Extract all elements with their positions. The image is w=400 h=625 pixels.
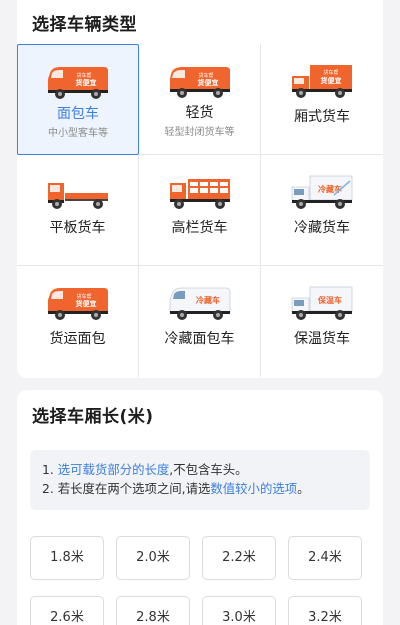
notice-line-1: 1. 选可载货部分的长度,不包含车头。 bbox=[42, 460, 358, 479]
vehicle-option-cargo-van[interactable]: 货车帮 货便宜 货运面包 bbox=[17, 266, 139, 377]
van-orange-icon: 货车帮 货便宜 bbox=[48, 67, 108, 99]
vehicle-option-label: 高栏货车 bbox=[171, 220, 228, 236]
vehicle-option-label: 冷藏面包车 bbox=[164, 331, 235, 347]
length-option-3-0[interactable]: 3.0米 bbox=[202, 596, 276, 625]
vehicle-option-label: 货运面包 bbox=[49, 331, 106, 347]
svg-text:货车帮: 货车帮 bbox=[323, 69, 338, 76]
cargo-length-title: 选择车厢长(米) bbox=[32, 407, 154, 427]
notice-text: ,不包含车头。 bbox=[169, 462, 248, 477]
vehicle-option-box-truck[interactable]: 货车帮 货便宜 厢式货车 bbox=[261, 44, 383, 155]
light-van-orange-icon: 货车帮 货便宜 bbox=[169, 67, 230, 98]
vehicle-option-light-van[interactable]: 货车帮 货便宜 轻货 轻型封闭货车等 bbox=[139, 44, 261, 155]
high-rail-truck-icon bbox=[169, 179, 230, 209]
vehicle-option-sublabel: 轻型封闭货车等 bbox=[164, 127, 235, 138]
length-notice: 1. 选可载货部分的长度,不包含车头。 2. 若长度在两个选项之间,请选数值较小… bbox=[30, 450, 370, 510]
vehicle-option-label: 保温货车 bbox=[294, 331, 350, 347]
cargo-length-card: 选择车厢长(米) 1. 选可载货部分的长度,不包含车头。 2. 若长度在两个选项… bbox=[17, 390, 383, 625]
notice-highlight: 数值较小的选项 bbox=[210, 481, 298, 496]
flatbed-truck-icon bbox=[47, 183, 108, 209]
vehicle-option-refrigerated-truck[interactable]: 冷藏车 冷藏货车 bbox=[261, 155, 383, 266]
length-option-2-2[interactable]: 2.2米 bbox=[202, 536, 276, 580]
vehicle-option-high-rail[interactable]: 高栏货车 bbox=[139, 155, 261, 266]
length-option-2-6[interactable]: 2.6米 bbox=[30, 596, 104, 625]
vehicle-option-label: 平板货车 bbox=[49, 220, 106, 236]
vehicle-option-label: 厢式货车 bbox=[294, 109, 350, 125]
length-option-2-0[interactable]: 2.0米 bbox=[116, 536, 190, 580]
notice-highlight: 选可载货部分的长度 bbox=[57, 462, 170, 477]
svg-text:货便宜: 货便宜 bbox=[74, 299, 96, 308]
svg-text:冷藏车: 冷藏车 bbox=[196, 295, 220, 305]
cargo-van-icon: 货车帮 货便宜 bbox=[47, 288, 108, 320]
svg-text:货便宜: 货便宜 bbox=[196, 78, 218, 87]
vehicle-option-flatbed[interactable]: 平板货车 bbox=[17, 155, 139, 266]
svg-text:货便宜: 货便宜 bbox=[75, 78, 97, 87]
vehicle-option-label: 轻货 bbox=[185, 105, 214, 121]
vehicle-option-insulated-truck[interactable]: 保温车 保温货车 bbox=[261, 266, 383, 377]
insulated-truck-icon: 保温车 bbox=[291, 286, 353, 320]
notice-text: 1. bbox=[42, 462, 58, 477]
svg-text:保温车: 保温车 bbox=[317, 295, 342, 305]
length-option-2-4[interactable]: 2.4米 bbox=[288, 536, 362, 580]
notice-line-2: 2. 若长度在两个选项之间,请选数值较小的选项。 bbox=[42, 479, 358, 498]
vehicle-option-sublabel: 中小型客车等 bbox=[48, 128, 108, 139]
length-option-2-8[interactable]: 2.8米 bbox=[116, 596, 190, 625]
refrigerated-van-icon: 冷藏车 bbox=[169, 287, 230, 320]
vehicle-option-label: 冷藏货车 bbox=[294, 220, 350, 236]
length-option-3-2[interactable]: 3.2米 bbox=[288, 596, 362, 625]
notice-text: 。 bbox=[297, 481, 310, 496]
vehicle-type-card: 选择车辆类型 货车帮 货便宜 面包车 中小型客车等 货车帮 货便宜 轻货 轻型封… bbox=[17, 0, 383, 378]
svg-text:货车帮: 货车帮 bbox=[198, 72, 213, 79]
svg-text:货车帮: 货车帮 bbox=[76, 293, 91, 300]
svg-text:冷藏车: 冷藏车 bbox=[318, 184, 342, 194]
vehicle-option-label: 面包车 bbox=[57, 106, 99, 122]
vehicle-option-refrigerated-van[interactable]: 冷藏车 冷藏面包车 bbox=[139, 266, 261, 377]
svg-text:货便宜: 货便宜 bbox=[320, 76, 342, 85]
vehicle-type-grid: 货车帮 货便宜 面包车 中小型客车等 货车帮 货便宜 轻货 轻型封闭货车等 货车… bbox=[17, 44, 383, 377]
svg-text:货车帮: 货车帮 bbox=[76, 72, 91, 79]
box-truck-orange-icon: 货车帮 货便宜 bbox=[292, 65, 352, 98]
notice-text: 2. 若长度在两个选项之间,请选 bbox=[42, 481, 211, 496]
refrigerated-truck-icon: 冷藏车 bbox=[291, 175, 353, 209]
vehicle-type-title: 选择车辆类型 bbox=[32, 15, 137, 35]
vehicle-option-van[interactable]: 货车帮 货便宜 面包车 中小型客车等 bbox=[17, 44, 139, 155]
length-option-1-8[interactable]: 1.8米 bbox=[30, 536, 104, 580]
